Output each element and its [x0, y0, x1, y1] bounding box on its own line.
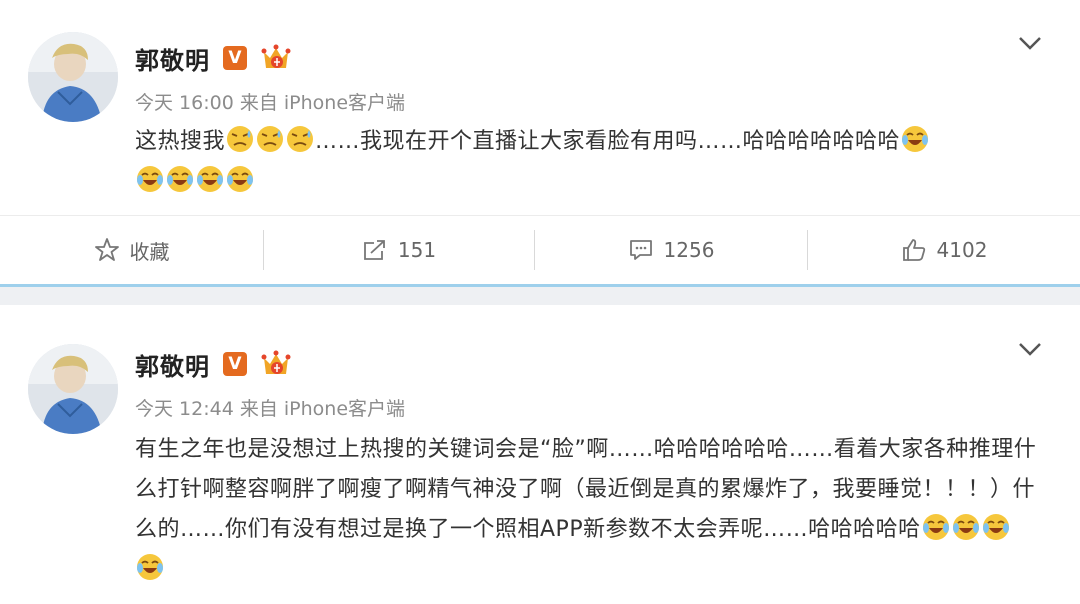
laugh-cry-emoji-icon — [165, 164, 195, 194]
repost-button[interactable]: 151 — [264, 216, 534, 284]
laugh-cry-emoji-icon — [921, 512, 951, 542]
crown-icon — [260, 42, 292, 72]
chevron-down-icon[interactable] — [1016, 340, 1044, 358]
crown-icon — [260, 348, 292, 378]
laugh-cry-emoji-icon — [225, 164, 255, 194]
post-text-part: ……我现在开个直播让大家看脸有用吗……哈哈哈哈哈哈哈 — [315, 129, 901, 154]
repost-count: 151 — [397, 238, 437, 262]
laugh-cry-emoji-icon — [135, 552, 165, 582]
post-source: 来自 iPhone客户端 — [239, 92, 406, 114]
avatar[interactable] — [28, 32, 118, 122]
verified-badge-icon: V — [223, 352, 247, 376]
username[interactable]: 郭敬明 — [135, 41, 210, 76]
post-source: 来自 iPhone客户端 — [239, 398, 406, 420]
thumbs-up-icon — [902, 239, 925, 261]
post-meta: 今天 16:00 来自 iPhone客户端 — [135, 88, 405, 115]
post-text-part: 这热搜我 — [135, 129, 226, 154]
weibo-post: 郭敬明 V 今天 12:44 来自 iPhone客户端 有生之年也是没想过上热搜… — [0, 302, 1080, 604]
post-text: 这热搜我 ……我现在开个直播让大家看脸有用吗……哈哈哈哈哈哈哈 — [135, 122, 1040, 202]
repost-icon — [364, 240, 385, 260]
favorite-button[interactable]: 收藏 — [0, 216, 263, 284]
like-button[interactable]: 4102 — [808, 216, 1080, 284]
post-time[interactable]: 今天 12:44 — [135, 398, 234, 420]
post-time[interactable]: 今天 16:00 — [135, 92, 234, 114]
like-count: 4102 — [936, 238, 988, 262]
chevron-down-icon[interactable] — [1016, 34, 1044, 52]
username[interactable]: 郭敬明 — [135, 347, 210, 382]
laugh-cry-emoji-icon — [135, 164, 165, 194]
sweat-face-emoji-icon — [285, 124, 315, 154]
laugh-cry-emoji-icon — [951, 512, 981, 542]
post-text: 有生之年也是没想过上热搜的关键词会是“脸”啊……哈哈哈哈哈哈……看着大家各种推理… — [135, 430, 1040, 590]
post-meta: 今天 12:44 来自 iPhone客户端 — [135, 394, 405, 421]
comment-button[interactable]: 1256 — [535, 216, 807, 284]
avatar[interactable] — [28, 344, 118, 434]
post-text-part: 有生之年也是没想过上热搜的关键词会是“脸”啊……哈哈哈哈哈哈……看着大家各种推理… — [135, 437, 1037, 542]
laugh-cry-emoji-icon — [900, 124, 930, 154]
comment-icon — [629, 240, 652, 260]
sweat-face-emoji-icon — [255, 124, 285, 154]
favorite-label: 收藏 — [129, 239, 170, 264]
verified-badge-icon: V — [223, 46, 247, 70]
laugh-cry-emoji-icon — [981, 512, 1011, 542]
post-action-bar: 收藏 151 1256 4102 — [0, 215, 1080, 284]
laugh-cry-emoji-icon — [195, 164, 225, 194]
comment-count: 1256 — [663, 238, 715, 262]
star-icon — [94, 238, 119, 261]
weibo-post: 郭敬明 V 今天 16:00 来自 iPhone客户端 这热搜我 ……我现在开个直… — [0, 0, 1080, 284]
sweat-face-emoji-icon — [225, 124, 255, 154]
